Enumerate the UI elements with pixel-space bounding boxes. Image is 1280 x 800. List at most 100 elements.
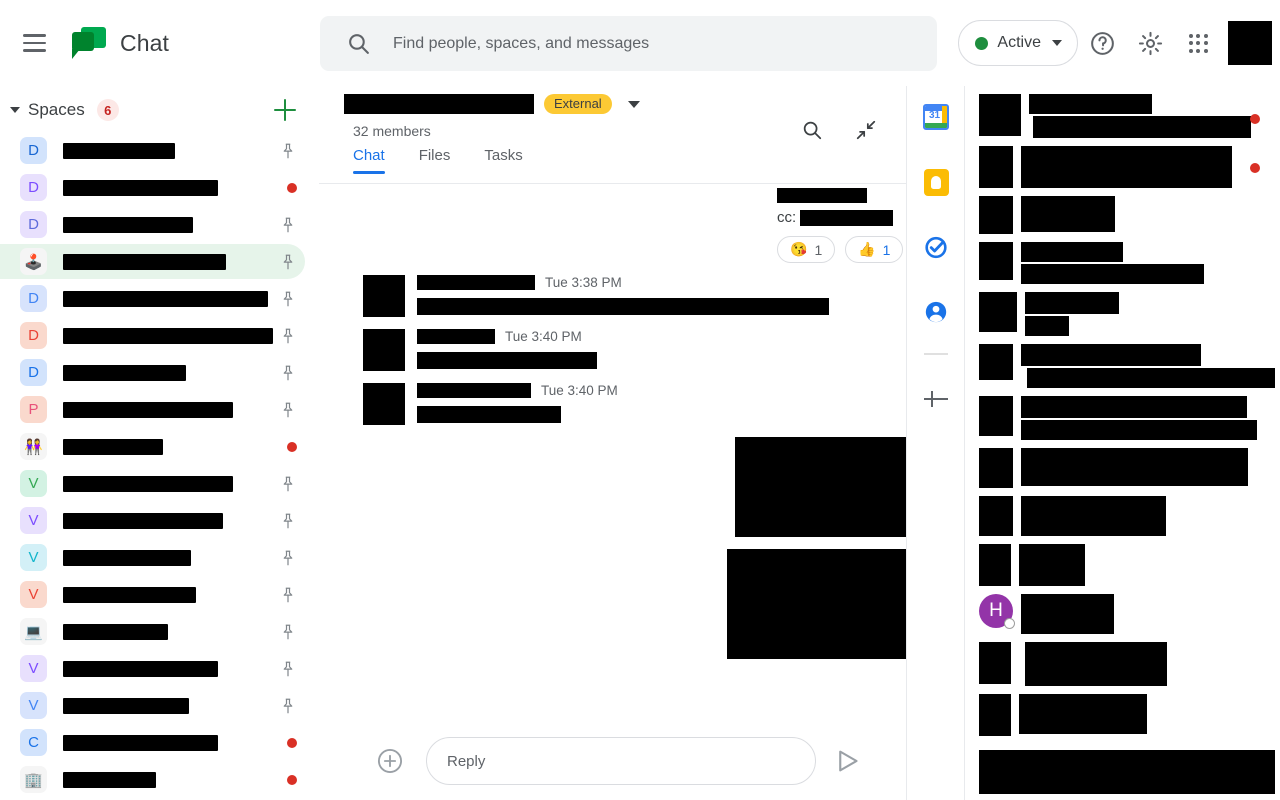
sidebar-space-row[interactable]: D bbox=[0, 132, 319, 169]
space-avatar: D bbox=[20, 211, 47, 238]
sidebar-space-row[interactable]: 🏢 bbox=[0, 761, 319, 798]
attachment-redacted[interactable] bbox=[735, 437, 906, 537]
reaction-chip[interactable]: 👍 1 bbox=[845, 236, 904, 263]
right-panel-row[interactable] bbox=[965, 196, 1280, 234]
chevron-down-icon[interactable] bbox=[627, 100, 640, 108]
sidebar-space-row[interactable]: V bbox=[0, 687, 319, 724]
sidebar-space-row[interactable]: C bbox=[0, 724, 319, 761]
right-panel-row[interactable] bbox=[965, 544, 1280, 586]
right-panel-row[interactable] bbox=[965, 146, 1280, 188]
space-avatar: V bbox=[20, 470, 47, 497]
space-name-redacted bbox=[63, 401, 233, 418]
space-avatar: 👭 bbox=[20, 433, 47, 460]
apps-grid-icon[interactable] bbox=[1174, 19, 1222, 67]
right-panel-row[interactable] bbox=[965, 94, 1280, 138]
message-text-redacted bbox=[777, 188, 867, 203]
search-input[interactable] bbox=[393, 34, 873, 53]
sidebar-space-row[interactable]: V bbox=[0, 502, 319, 539]
row-avatar-redacted bbox=[979, 396, 1013, 436]
row-avatar-redacted bbox=[979, 292, 1017, 332]
right-panel-row[interactable] bbox=[965, 496, 1280, 536]
right-panel-footer-redacted[interactable] bbox=[979, 750, 1275, 794]
sidebar-space-row[interactable]: V bbox=[0, 576, 319, 613]
google-chat-window: Chat Active bbox=[0, 0, 1280, 800]
pin-icon[interactable] bbox=[279, 364, 297, 382]
pin-icon[interactable] bbox=[279, 290, 297, 308]
attachment-redacted[interactable] bbox=[727, 549, 906, 659]
space-avatar: V bbox=[20, 507, 47, 534]
pin-icon[interactable] bbox=[279, 697, 297, 715]
right-panel-row[interactable] bbox=[965, 242, 1280, 284]
google-tasks-icon[interactable] bbox=[919, 230, 953, 264]
pin-icon[interactable] bbox=[279, 586, 297, 604]
right-panel-row[interactable] bbox=[965, 448, 1280, 488]
sidebar-space-row[interactable]: V bbox=[0, 650, 319, 687]
pin-icon[interactable] bbox=[279, 142, 297, 160]
right-panel-row[interactable]: H bbox=[965, 594, 1280, 634]
sidebar-space-row[interactable]: D bbox=[0, 206, 319, 243]
pin-icon[interactable] bbox=[279, 660, 297, 678]
plus-icon[interactable] bbox=[920, 383, 952, 415]
right-panel-row[interactable] bbox=[965, 292, 1280, 336]
help-circle-icon[interactable] bbox=[1078, 19, 1126, 67]
status-button[interactable]: Active bbox=[958, 20, 1078, 66]
google-keep-icon[interactable] bbox=[919, 165, 953, 199]
pin-icon[interactable] bbox=[279, 401, 297, 419]
right-panel-row[interactable] bbox=[965, 694, 1280, 736]
external-badge: External bbox=[544, 94, 612, 114]
pin-icon[interactable] bbox=[279, 253, 297, 271]
tab-tasks[interactable]: Tasks bbox=[484, 147, 522, 174]
chevron-down-icon bbox=[1052, 40, 1062, 46]
sidebar-space-row[interactable]: V bbox=[0, 539, 319, 576]
reply-input[interactable] bbox=[447, 752, 777, 770]
chevron-down-icon[interactable] bbox=[10, 107, 20, 113]
pin-icon[interactable] bbox=[279, 549, 297, 567]
tab-files[interactable]: Files bbox=[419, 147, 451, 174]
send-icon[interactable] bbox=[834, 746, 864, 776]
cc-label: cc: bbox=[777, 209, 797, 226]
account-avatar[interactable] bbox=[1228, 21, 1272, 65]
google-calendar-icon[interactable]: 31 bbox=[919, 100, 953, 134]
message-item: Tue 3:38 PM bbox=[319, 275, 906, 317]
messages-container: Tue 3:38 PM Tue 3:40 PM Tue 3:40 PM bbox=[319, 275, 906, 425]
sidebar-space-row[interactable]: D bbox=[0, 317, 319, 354]
conversation-header-actions bbox=[788, 106, 890, 154]
plus-icon[interactable] bbox=[270, 95, 300, 125]
pin-icon[interactable] bbox=[279, 623, 297, 641]
collapse-arrows-icon[interactable] bbox=[842, 106, 890, 154]
google-contacts-icon[interactable] bbox=[919, 295, 953, 329]
reply-box[interactable] bbox=[426, 737, 816, 785]
row-text-redacted bbox=[1021, 496, 1166, 536]
sidebar-space-row[interactable]: D bbox=[0, 169, 319, 206]
tab-chat[interactable]: Chat bbox=[353, 147, 385, 174]
pin-icon[interactable] bbox=[279, 216, 297, 234]
sidebar-space-row[interactable]: D bbox=[0, 280, 319, 317]
sidebar-space-row[interactable]: 👭 bbox=[0, 428, 319, 465]
search-icon[interactable] bbox=[788, 106, 836, 154]
unread-dot-indicator bbox=[1250, 163, 1260, 173]
right-panel-row[interactable] bbox=[965, 344, 1280, 388]
right-panel-row[interactable] bbox=[965, 396, 1280, 440]
space-name-redacted bbox=[63, 586, 196, 603]
search-bar[interactable] bbox=[320, 16, 937, 71]
sidebar-space-row[interactable]: 💻 bbox=[0, 613, 319, 650]
row-text-redacted bbox=[1025, 642, 1167, 686]
sidebar-space-row[interactable]: P bbox=[0, 391, 319, 428]
sidebar-space-row[interactable]: V bbox=[0, 465, 319, 502]
gear-icon[interactable] bbox=[1126, 19, 1174, 67]
message-scrollbar[interactable] bbox=[891, 364, 901, 736]
unread-dot-indicator bbox=[287, 441, 297, 452]
sidebar-space-row[interactable]: 🕹️ bbox=[0, 243, 319, 280]
plus-circle-icon[interactable] bbox=[376, 747, 404, 775]
right-panel-row[interactable] bbox=[965, 642, 1280, 686]
row-avatar-redacted bbox=[979, 242, 1013, 280]
sidebar-space-row[interactable]: D bbox=[0, 354, 319, 391]
pin-icon[interactable] bbox=[279, 475, 297, 493]
sender-name-redacted bbox=[417, 383, 531, 398]
cc-value-redacted bbox=[800, 209, 894, 226]
hamburger-icon[interactable] bbox=[10, 19, 58, 67]
reaction-chip[interactable]: 😘 1 bbox=[777, 236, 836, 263]
pin-icon[interactable] bbox=[279, 327, 297, 345]
spaces-unread-count: 6 bbox=[96, 99, 119, 121]
pin-icon[interactable] bbox=[279, 512, 297, 530]
